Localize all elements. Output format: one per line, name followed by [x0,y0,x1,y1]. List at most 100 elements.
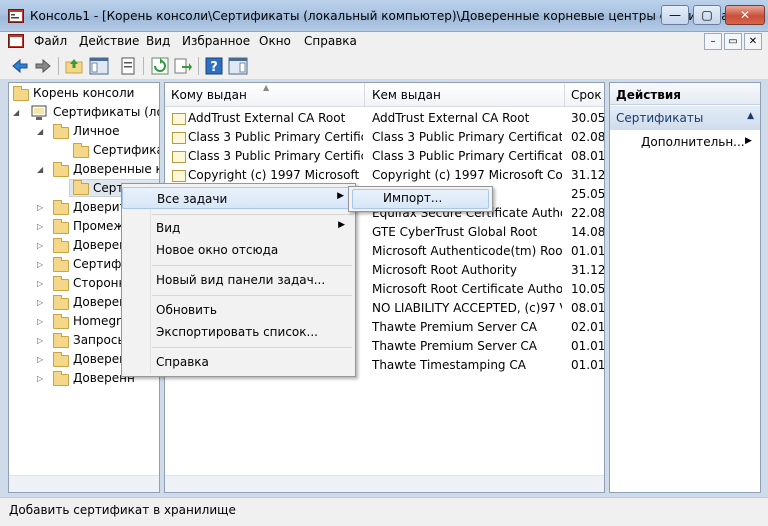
cell-expiration: 01.01. [571,339,605,353]
collapsed-arrow-icon[interactable]: ▷ [37,241,43,250]
column-divider[interactable] [564,83,565,107]
menu-item-label: Справка [156,355,209,369]
menu-bar: Файл Действие Вид Избранное Окно Справка [0,32,768,52]
menu-item-view[interactable]: Вид ▶ [122,217,355,239]
menu-separator [152,214,352,215]
tree-item-label: Доверенные ко [73,162,159,176]
table-row[interactable]: Class 3 Public Primary Certificat... Clas… [165,129,604,147]
mdi-close-button[interactable]: ✕ [744,33,762,50]
sort-arrow-icon: ▲ [263,83,270,92]
folder-icon [53,200,69,215]
menu-separator [152,295,352,296]
collapsed-arrow-icon[interactable]: ▷ [37,355,43,364]
cell-expiration: 31.12. [571,263,605,277]
cell-issued-by: Thawte Premium Server CA [372,320,537,334]
cell-issued-by: GTE CyberTrust Global Root [372,225,538,239]
menu-item-all-tasks[interactable]: Все задачи ▶ [122,187,355,209]
collapsed-arrow-icon[interactable]: ▷ [37,317,43,326]
menu-item-help[interactable]: Справка [122,351,355,373]
submenu-arrow-icon: ▶ [338,220,345,230]
actions-section-certificates[interactable]: Сертификаты ▲ [610,106,760,130]
minimize-button[interactable]: — [661,5,689,25]
status-text: Добавить сертификат в хранилище [9,503,236,517]
cell-issued-by: Class 3 Public Primary Certificatio... [372,130,562,144]
menu-item-label: Новое окно отсюда [156,243,279,257]
folder-icon [53,295,69,310]
menu-action[interactable]: Действие [79,34,139,48]
collapsed-arrow-icon[interactable]: ▷ [37,222,43,231]
mdi-restore-button[interactable]: ▭ [724,33,742,50]
collapsed-arrow-icon[interactable]: ▷ [37,336,43,345]
expand-arrow-icon[interactable]: ◢ [37,165,43,174]
menu-separator [152,347,352,348]
export-icon[interactable] [173,56,193,76]
status-bar: Добавить сертификат в хранилище [0,497,768,526]
cell-issued-by: Microsoft Authenticode(tm) Root... [372,244,562,258]
minimize-icon: — [669,8,681,22]
cell-expiration: 25.05. [571,187,605,201]
tree-item-label: Сертификат [93,143,159,157]
menu-item-new-taskpad-view[interactable]: Новый вид панели задач... [122,269,355,291]
folder-icon [53,162,69,177]
actions-section-label: Сертификаты [616,111,704,125]
up-folder-icon[interactable] [64,56,84,76]
cell-issued-by: Thawte Timestamping CA [372,358,526,372]
mdi-minimize-button[interactable]: – [704,33,722,50]
all-tasks-submenu: Импорт... [348,186,493,212]
menu-item-export-list[interactable]: Экспортировать список... [122,321,355,343]
table-row[interactable]: Class 3 Public Primary Certificat... Clas… [165,148,604,166]
menu-file[interactable]: Файл [34,34,67,48]
action-pane-icon[interactable] [228,56,248,76]
forward-icon[interactable] [33,56,53,76]
list-header: Кому выдан ▲ Кем выдан Срок [165,83,604,107]
menu-window[interactable]: Окно [259,34,291,48]
cell-expiration: 01.01. [571,244,605,258]
back-icon[interactable] [10,56,30,76]
cell-issued-by: Microsoft Root Authority [372,263,517,277]
actions-header: Действия [610,83,760,105]
help-icon[interactable]: ? [204,56,224,76]
column-divider[interactable] [364,83,365,107]
column-header-expiration[interactable]: Срок [571,88,602,102]
folder-icon [53,371,69,386]
actions-more-link[interactable]: Дополнительн... [641,135,745,149]
close-button[interactable]: ✕ [725,5,765,25]
cell-expiration: 30.05 [571,111,605,125]
show-tree-icon[interactable] [89,56,109,76]
refresh-icon[interactable] [150,56,170,76]
cell-expiration: 02.01. [571,320,605,334]
folder-icon [53,257,69,272]
table-row[interactable]: AddTrust External CA Root AddTrust Extern… [165,110,605,128]
menu-favorites[interactable]: Избранное [182,34,250,48]
certificate-icon [172,170,186,182]
collapsed-arrow-icon[interactable]: ▷ [37,374,43,383]
menu-item-new-window[interactable]: Новое окно отсюда [122,239,355,261]
menu-item-label: Обновить [156,303,217,317]
column-header-issued-to[interactable]: Кому выдан [171,88,247,102]
actions-more-label: Дополнительн... [641,135,745,149]
cell-issued-by: AddTrust External CA Root [372,111,530,125]
list-horizontal-scrollbar[interactable] [165,475,604,492]
collapsed-arrow-icon[interactable]: ▷ [37,298,43,307]
cell-expiration: 10.05. [571,282,605,296]
collapsed-arrow-icon[interactable]: ▷ [37,260,43,269]
menu-help[interactable]: Справка [304,34,357,48]
collapse-arrow-icon[interactable]: ▲ [747,111,754,121]
collapsed-arrow-icon[interactable]: ▷ [37,203,43,212]
expand-arrow-icon[interactable]: ◢ [37,127,43,136]
console-menu-icon[interactable] [8,34,24,48]
column-header-issued-by[interactable]: Кем выдан [372,88,441,102]
properties-icon[interactable] [118,56,138,76]
toolbar: ? [0,52,768,80]
menu-item-label: Все задачи [157,192,228,206]
menu-item-refresh[interactable]: Обновить [122,299,355,321]
cell-issued-by: NO LIABILITY ACCEPTED, (c)97 V... [372,301,562,315]
window-title: Консоль1 - [Корень консоли\Сертификаты (… [30,9,741,23]
maximize-button[interactable]: ▢ [693,5,721,25]
menu-view[interactable]: Вид [146,34,170,48]
tree-horizontal-scrollbar[interactable] [9,475,159,492]
folder-icon [53,314,69,329]
context-menu: Все задачи ▶ Вид ▶ Новое окно отсюда Нов… [121,183,356,377]
expand-arrow-icon[interactable]: ◢ [13,108,19,117]
collapsed-arrow-icon[interactable]: ▷ [37,279,43,288]
